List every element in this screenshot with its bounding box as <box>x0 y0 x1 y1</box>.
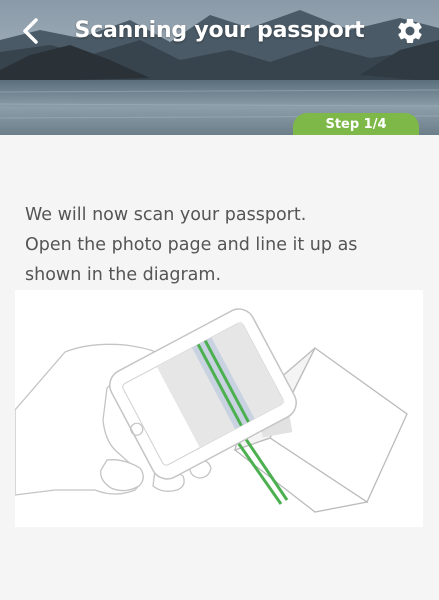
scan-diagram <box>14 290 423 527</box>
instruction-line: Open the photo page and line it up as <box>25 235 358 255</box>
step-badge: Step 1/4 <box>293 113 419 135</box>
gear-icon <box>398 18 422 44</box>
instruction-line: We will now scan your passport. <box>25 205 307 225</box>
header: Scanning your passport Step 1/4 <box>0 0 439 135</box>
page-title: Scanning your passport <box>74 18 365 43</box>
instructions: We will now scan your passport. Open the… <box>25 200 425 290</box>
settings-button[interactable] <box>395 16 425 46</box>
passport-scan-illustration <box>14 308 408 513</box>
instruction-line: shown in the diagram. <box>25 265 222 285</box>
